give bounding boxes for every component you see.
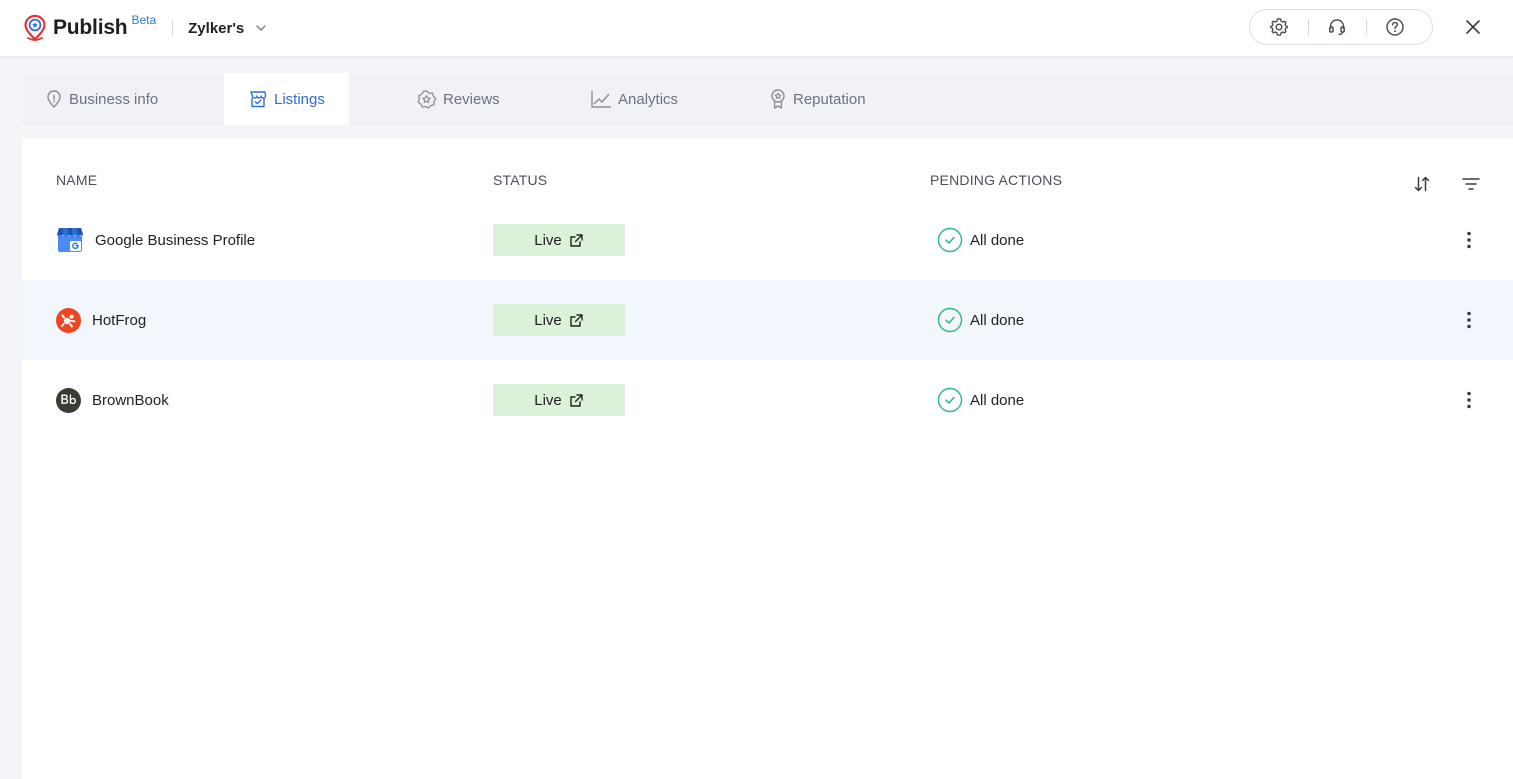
status-label: Live — [534, 231, 562, 249]
tab-label: Reviews — [443, 90, 500, 108]
status-label: Live — [534, 391, 562, 409]
listing-name: BrownBook — [92, 391, 169, 409]
more-vertical-icon — [1467, 311, 1471, 329]
brand: Publish Beta Zylker's — [22, 12, 268, 44]
listing-name-cell: HotFrog — [56, 306, 146, 334]
settings-button[interactable] — [1250, 10, 1308, 44]
table-row[interactable]: Google Business Profile Live All done — [22, 200, 1513, 280]
filter-button[interactable] — [1459, 172, 1483, 196]
app-name: Publish — [53, 16, 128, 39]
tab-reputation[interactable]: Reputation — [769, 73, 899, 125]
check-circle-icon — [937, 307, 963, 333]
tab-label: Reputation — [793, 90, 866, 108]
organization-switcher[interactable]: Zylker's — [188, 20, 268, 37]
more-vertical-icon — [1467, 391, 1471, 409]
support-button[interactable] — [1308, 10, 1366, 44]
close-icon — [1466, 20, 1480, 34]
table-row[interactable]: HotFrog Live All done — [22, 280, 1513, 360]
external-link-icon — [570, 313, 583, 327]
storefront-icon — [250, 91, 267, 108]
organization-name: Zylker's — [188, 19, 245, 37]
tab-business-info[interactable]: Business info — [22, 73, 224, 125]
pending-actions-text: All done — [970, 391, 1025, 409]
help-icon — [1386, 18, 1404, 36]
column-header-status: STATUS — [493, 172, 548, 188]
column-header-name: NAME — [56, 172, 98, 188]
pending-actions-text: All done — [970, 311, 1025, 329]
pending-actions-text: All done — [970, 231, 1025, 249]
listing-name-cell: Google Business Profile — [56, 226, 255, 254]
external-link-icon — [570, 393, 583, 407]
listing-name-cell: BrownBook — [56, 386, 169, 414]
row-actions-menu-button[interactable] — [1457, 228, 1481, 252]
pending-actions-cell: All done — [937, 387, 1024, 413]
check-circle-icon — [937, 227, 963, 253]
brownbook-logo — [56, 387, 81, 413]
row-actions-menu-button[interactable] — [1457, 388, 1481, 412]
tab-label: Listings — [274, 90, 325, 108]
tab-label: Business info — [69, 90, 159, 108]
app-header: Publish Beta Zylker's — [0, 0, 1513, 57]
chevron-down-icon — [256, 25, 266, 31]
listing-name: HotFrog — [92, 311, 147, 329]
status-badge[interactable]: Live — [493, 384, 625, 416]
tab-analytics[interactable]: Analytics — [590, 73, 710, 125]
beta-badge: Beta — [131, 13, 157, 27]
external-link-icon — [570, 233, 583, 247]
pending-actions-cell: All done — [937, 227, 1024, 253]
google-business-logo — [57, 228, 83, 252]
status-badge[interactable]: Live — [493, 224, 625, 256]
publish-logo-icon — [24, 14, 46, 41]
tab-listings[interactable]: Listings — [224, 73, 349, 125]
close-button[interactable] — [1461, 15, 1485, 39]
line-chart-icon — [591, 91, 611, 108]
help-button[interactable] — [1366, 10, 1424, 44]
status-label: Live — [534, 311, 562, 329]
row-actions-menu-button[interactable] — [1457, 308, 1481, 332]
pending-actions-cell: All done — [937, 307, 1024, 333]
headset-icon — [1329, 19, 1345, 36]
header-tools — [1249, 9, 1433, 45]
award-icon — [771, 89, 785, 109]
tab-bar: Business info Listings Reviews Analytics… — [22, 73, 1513, 125]
sort-icon — [1414, 176, 1430, 192]
listing-name: Google Business Profile — [95, 231, 256, 249]
hotfrog-logo — [56, 307, 81, 333]
table-row[interactable]: BrownBook Live All done — [22, 360, 1513, 440]
filter-icon — [1462, 178, 1480, 190]
more-vertical-icon — [1467, 231, 1471, 249]
star-badge-icon — [417, 90, 437, 109]
location-pin-icon — [47, 90, 61, 108]
tab-label: Analytics — [618, 90, 679, 108]
check-circle-icon — [937, 387, 963, 413]
brand-divider — [172, 20, 174, 36]
tab-reviews[interactable]: Reviews — [416, 73, 526, 125]
sort-button[interactable] — [1410, 172, 1434, 196]
status-badge[interactable]: Live — [493, 304, 625, 336]
column-header-pending-actions: PENDING ACTIONS — [930, 172, 1063, 188]
gear-icon — [1270, 18, 1288, 36]
